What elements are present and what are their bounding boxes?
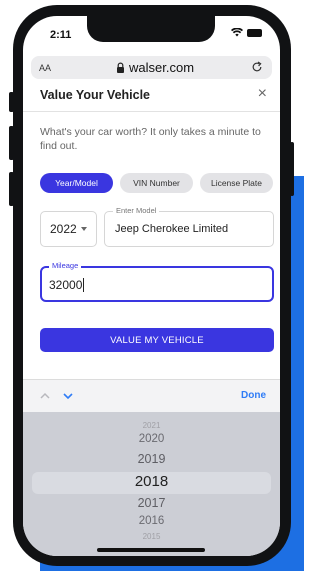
camera-notch xyxy=(87,16,215,42)
modal-description: What's your car worth? It only takes a m… xyxy=(40,126,261,152)
year-picker-wheel[interactable]: 2021 2020 2019 2018 2017 2016 2015 xyxy=(23,412,280,556)
text-cursor xyxy=(83,278,84,292)
address-bar[interactable]: AA walser.com xyxy=(31,56,272,79)
tab-license-plate[interactable]: License Plate xyxy=(200,173,273,193)
status-time: 2:11 xyxy=(50,29,72,41)
mileage-field-label: Mileage xyxy=(49,261,82,270)
url-text: walser.com xyxy=(129,60,195,75)
modal-title: Value Your Vehicle xyxy=(40,88,151,102)
picker-item[interactable]: 2020 xyxy=(23,433,280,445)
year-select[interactable]: 2022 xyxy=(40,211,97,247)
picker-item[interactable]: 2015 xyxy=(23,532,280,541)
picker-item[interactable]: 2017 xyxy=(23,496,280,510)
tab-vin-number[interactable]: VIN Number xyxy=(120,173,193,193)
screenshot-stage: 2:11 AA walser.com Value Your Vehicle × xyxy=(0,0,304,571)
status-icons xyxy=(231,28,262,37)
value-my-vehicle-button[interactable]: VALUE MY VEHICLE xyxy=(40,328,274,352)
battery-icon xyxy=(247,28,262,37)
done-button[interactable]: Done xyxy=(241,390,266,401)
header-divider xyxy=(23,111,280,112)
lock-icon xyxy=(117,62,124,73)
chevron-down-nav-icon[interactable] xyxy=(63,391,73,401)
mileage-field-value: 32000 xyxy=(49,278,83,292)
picker-item-selected[interactable]: 2018 xyxy=(23,473,280,490)
reload-icon[interactable] xyxy=(251,61,263,73)
phone-screen: 2:11 AA walser.com Value Your Vehicle × xyxy=(23,16,280,556)
keyboard-toolbar: Done xyxy=(23,379,280,412)
model-field[interactable]: Enter Model Jeep Cherokee Limited xyxy=(104,206,274,247)
model-field-value: Jeep Cherokee Limited xyxy=(115,223,229,235)
picker-item[interactable]: 2019 xyxy=(23,452,280,466)
chevron-up-icon[interactable] xyxy=(40,391,50,401)
home-indicator xyxy=(97,548,205,552)
picker-item[interactable]: 2016 xyxy=(23,515,280,527)
chevron-down-icon xyxy=(81,227,87,231)
model-field-label: Enter Model xyxy=(113,206,160,215)
tab-year-model[interactable]: Year/Model xyxy=(40,173,113,193)
wifi-icon xyxy=(231,28,243,37)
reader-text-size-button[interactable]: AA xyxy=(39,63,51,73)
mileage-field[interactable]: Mileage 32000 xyxy=(40,261,274,302)
picker-item[interactable]: 2021 xyxy=(23,421,280,430)
year-select-value: 2022 xyxy=(50,222,77,236)
close-icon[interactable]: × xyxy=(258,86,267,102)
